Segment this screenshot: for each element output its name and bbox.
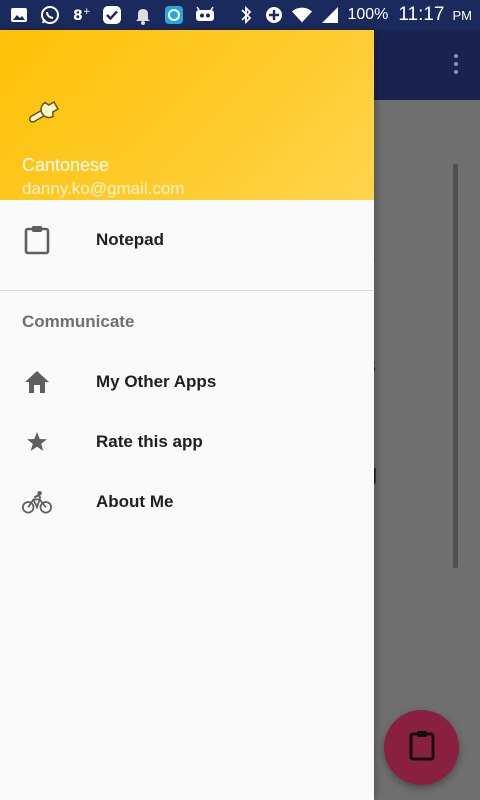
overflow-menu-icon[interactable] <box>454 54 458 74</box>
google-plus-icon: 8 + <box>70 5 92 25</box>
star-icon <box>22 427 52 457</box>
android-icon <box>194 5 216 25</box>
navigation-drawer: Cantonese danny.ko@gmail.com Notepad Com… <box>0 30 374 800</box>
notepad-fab[interactable] <box>384 710 459 785</box>
svg-text:8: 8 <box>73 8 83 24</box>
browser-icon <box>163 5 185 25</box>
nav-item-my-other-apps[interactable]: My Other Apps <box>0 352 374 412</box>
notification-bell-icon <box>132 5 154 25</box>
nav-item-notepad[interactable]: Notepad <box>0 210 374 270</box>
battery-level: 100% <box>347 6 389 23</box>
data-saver-icon <box>263 5 285 25</box>
clipboard-icon <box>408 729 436 766</box>
nav-item-about-me[interactable]: About Me <box>0 472 374 532</box>
wifi-icon <box>291 5 313 25</box>
clock-ampm: PM <box>452 7 473 23</box>
section-header-communicate: Communicate <box>22 311 135 331</box>
account-email: danny.ko@gmail.com <box>22 179 185 198</box>
account-name: Cantonese <box>22 155 110 175</box>
nav-item-label: About Me <box>96 492 174 511</box>
nav-item-label: Rate this app <box>96 432 203 451</box>
bluetooth-icon <box>235 5 257 25</box>
wrench-icon <box>22 96 64 130</box>
background-scrollbar <box>453 164 458 568</box>
svg-text:+: + <box>83 7 91 17</box>
nav-item-label: My Other Apps <box>96 372 217 391</box>
bicycle-icon <box>22 487 52 517</box>
check-icon <box>101 5 123 25</box>
clipboard-icon <box>22 225 52 255</box>
whatsapp-icon <box>39 5 61 25</box>
status-bar: 8 + 100% 11:17 PM <box>0 0 480 30</box>
signal-icon <box>319 5 341 25</box>
nav-item-label: Notepad <box>96 230 164 249</box>
drawer-header: Cantonese danny.ko@gmail.com <box>0 30 374 200</box>
clock-time: 11:17 <box>398 4 445 25</box>
gallery-icon <box>8 5 30 25</box>
nav-item-rate-this-app[interactable]: Rate this app <box>0 412 374 472</box>
home-icon <box>22 367 52 397</box>
